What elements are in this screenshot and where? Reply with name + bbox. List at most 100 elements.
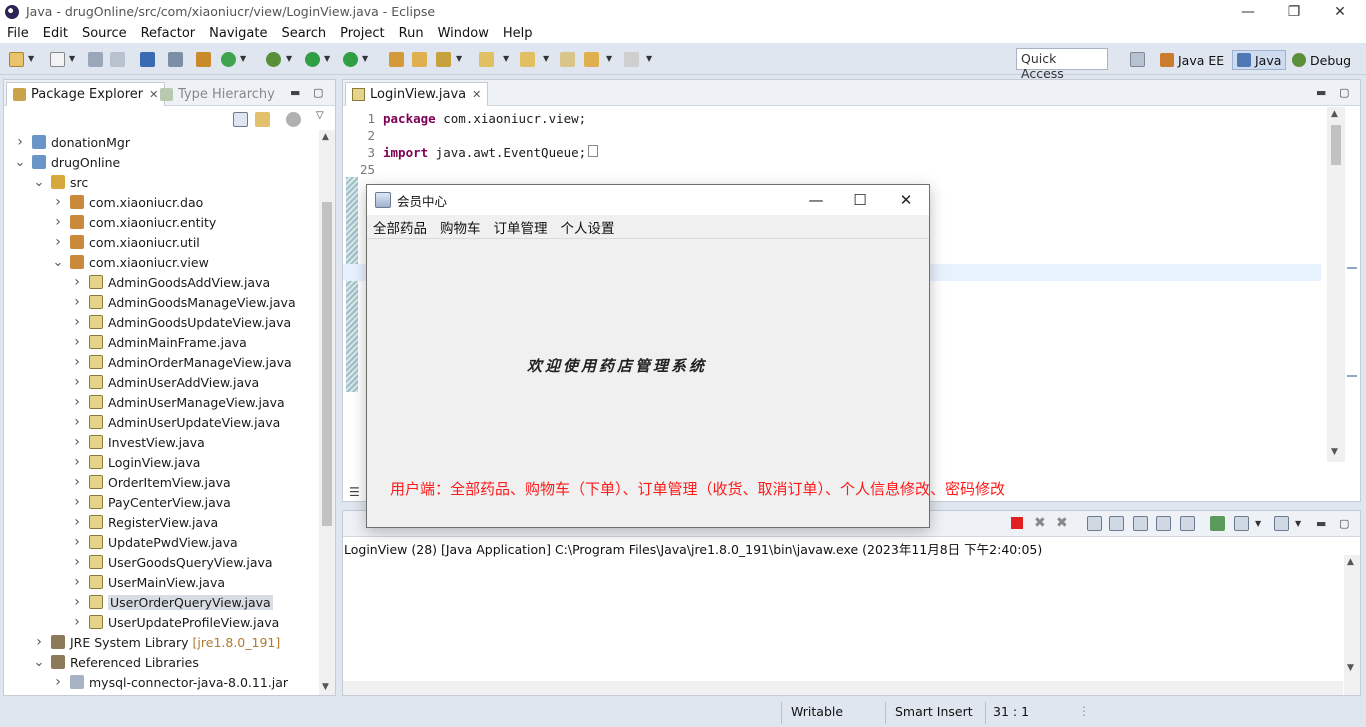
restore-button[interactable]: ❐ <box>1271 0 1317 23</box>
editor-scroll-thumb[interactable] <box>1331 125 1341 165</box>
tree-item[interactable]: › RegisterView.java <box>71 512 218 532</box>
tree-item[interactable]: › com.xiaoniucr.util <box>52 232 200 252</box>
perspective-debug[interactable]: Debug <box>1292 50 1351 70</box>
tree-item[interactable]: ⌄ Referenced Libraries <box>33 652 199 672</box>
console-hscrollbar[interactable] <box>343 681 1343 695</box>
focus-icon[interactable] <box>286 112 301 127</box>
new-dropdown-icon[interactable]: ▼ <box>28 54 34 63</box>
chevron-right-icon[interactable]: › <box>71 274 83 290</box>
editor-scroll-up-icon[interactable]: ▲ <box>1331 109 1338 119</box>
outline-toggle-icon[interactable]: ☰ <box>349 485 360 499</box>
tree-item[interactable]: › mysql-connector-java-8.0.11.jar <box>52 672 288 692</box>
search-dropdown-icon[interactable]: ▼ <box>456 54 462 63</box>
tree-item[interactable]: › UpdatePwdView.java <box>71 532 237 552</box>
minimize-editor-icon[interactable]: ▬ <box>1316 86 1326 99</box>
console-scroll-up-icon[interactable]: ▲ <box>1347 557 1354 567</box>
new-file-dropdown-icon[interactable]: ▼ <box>69 54 75 63</box>
tree-item[interactable]: › UserOrderQueryView.java <box>71 592 273 612</box>
chevron-right-icon[interactable]: › <box>71 514 83 530</box>
overview-ruler[interactable] <box>1345 107 1360 462</box>
scroll-lock-icon[interactable] <box>1109 516 1124 531</box>
close-editor-tab-icon[interactable]: ✕ <box>472 88 481 101</box>
console-view-icon[interactable] <box>140 52 155 67</box>
scroll-down-icon[interactable]: ▼ <box>322 682 329 692</box>
chevron-down-icon[interactable]: ⌄ <box>33 175 45 190</box>
tree-item[interactable]: › donationMgr <box>14 132 130 152</box>
chevron-right-icon[interactable]: › <box>71 314 83 330</box>
menu-project[interactable]: Project <box>340 26 384 41</box>
tree-item[interactable]: ⌄ src <box>33 172 89 192</box>
chevron-right-icon[interactable]: › <box>71 294 83 310</box>
chevron-down-icon[interactable]: ⌄ <box>14 155 26 170</box>
clear-console-icon[interactable] <box>1087 516 1102 531</box>
chevron-right-icon[interactable]: › <box>52 194 64 210</box>
maximize-editor-icon[interactable]: ▢ <box>1339 86 1349 99</box>
menu-cart[interactable]: 购物车 <box>440 217 481 237</box>
maximize-console-icon[interactable]: ▢ <box>1339 517 1349 530</box>
word-wrap-icon[interactable] <box>1133 516 1148 531</box>
minimize-view-icon[interactable]: ▬ <box>290 86 300 99</box>
chevron-right-icon[interactable]: › <box>71 394 83 410</box>
menu-navigate[interactable]: Navigate <box>209 26 267 41</box>
collapse-all-icon[interactable] <box>233 112 248 127</box>
tree-item[interactable]: › AdminGoodsAddView.java <box>71 272 270 292</box>
menu-file[interactable]: File <box>7 26 29 41</box>
build-icon[interactable] <box>196 52 211 67</box>
chevron-right-icon[interactable]: › <box>71 614 83 630</box>
editor-scrollbar[interactable]: ▲ ▼ <box>1327 107 1345 462</box>
annotation-icon[interactable] <box>479 52 494 67</box>
tree-item[interactable]: › AdminUserManageView.java <box>71 392 284 412</box>
refresh-dropdown-icon[interactable]: ▼ <box>240 54 246 63</box>
new-file-icon[interactable] <box>50 52 65 67</box>
chevron-right-icon[interactable]: › <box>71 454 83 470</box>
run-external-dropdown-icon[interactable]: ▼ <box>362 54 368 63</box>
console-scroll-down-icon[interactable]: ▼ <box>1347 663 1354 673</box>
skip-breakpoints-icon[interactable] <box>168 52 183 67</box>
menu-run[interactable]: Run <box>399 26 424 41</box>
next-annotation-icon[interactable] <box>520 52 535 67</box>
back-icon[interactable] <box>584 52 599 67</box>
tab-loginview-java[interactable]: LoginView.java ✕ <box>345 82 489 106</box>
show-stdout-icon[interactable] <box>1156 516 1171 531</box>
menu-window[interactable]: Window <box>438 26 489 41</box>
tree-item[interactable]: › OrderItemView.java <box>71 472 230 492</box>
view-menu-icon[interactable]: ▽ <box>316 110 324 121</box>
pin-console-icon[interactable] <box>1210 516 1225 531</box>
run-dropdown-icon[interactable]: ▼ <box>324 54 330 63</box>
menu-source[interactable]: Source <box>82 26 127 41</box>
search-tool-icon[interactable] <box>436 52 451 67</box>
refresh-icon[interactable] <box>221 52 236 67</box>
open-console-dropdown-icon[interactable]: ▼ <box>1295 519 1301 528</box>
new-icon[interactable] <box>9 52 24 67</box>
last-edit-icon[interactable] <box>560 52 575 67</box>
back-dropdown-icon[interactable]: ▼ <box>606 54 612 63</box>
tree-item[interactable]: › AdminOrderManageView.java <box>71 352 292 372</box>
tree-item[interactable]: › JRE System Library [jre1.8.0_191] <box>33 632 280 652</box>
menu-edit[interactable]: Edit <box>43 26 68 41</box>
tree-item[interactable]: › AdminGoodsUpdateView.java <box>71 312 291 332</box>
tree-item[interactable]: ⌄ drugOnline <box>14 152 121 172</box>
link-with-editor-icon[interactable] <box>255 112 270 127</box>
tree-item[interactable]: › LoginView.java <box>71 452 200 472</box>
forward-dropdown-icon[interactable]: ▼ <box>646 54 652 63</box>
save-all-icon[interactable] <box>110 52 125 67</box>
perspective-java[interactable]: Java <box>1232 50 1287 70</box>
tree-item[interactable]: › AdminMainFrame.java <box>71 332 247 352</box>
folded-imports-icon[interactable] <box>588 145 599 157</box>
chevron-right-icon[interactable]: › <box>71 434 83 450</box>
chevron-right-icon[interactable]: › <box>71 554 83 570</box>
tab-package-explorer[interactable]: Package Explorer ✕ <box>6 82 166 106</box>
open-console-icon[interactable] <box>1274 516 1289 531</box>
menu-search[interactable]: Search <box>281 26 326 41</box>
tree-item[interactable]: › UserUpdateProfileView.java <box>71 612 279 632</box>
quick-access-input[interactable]: Quick Access <box>1016 48 1108 81</box>
chevron-down-icon[interactable]: ⌄ <box>33 655 45 670</box>
menu-help[interactable]: Help <box>503 26 533 41</box>
minimize-button[interactable]: — <box>1225 0 1271 23</box>
debug-icon[interactable] <box>266 52 281 67</box>
perspective-java-ee[interactable]: Java EE <box>1160 50 1224 70</box>
show-stderr-icon[interactable] <box>1180 516 1195 531</box>
tree-item[interactable]: › AdminGoodsManageView.java <box>71 292 295 312</box>
display-console-dropdown-icon[interactable]: ▼ <box>1255 519 1261 528</box>
debug-dropdown-icon[interactable]: ▼ <box>286 54 292 63</box>
